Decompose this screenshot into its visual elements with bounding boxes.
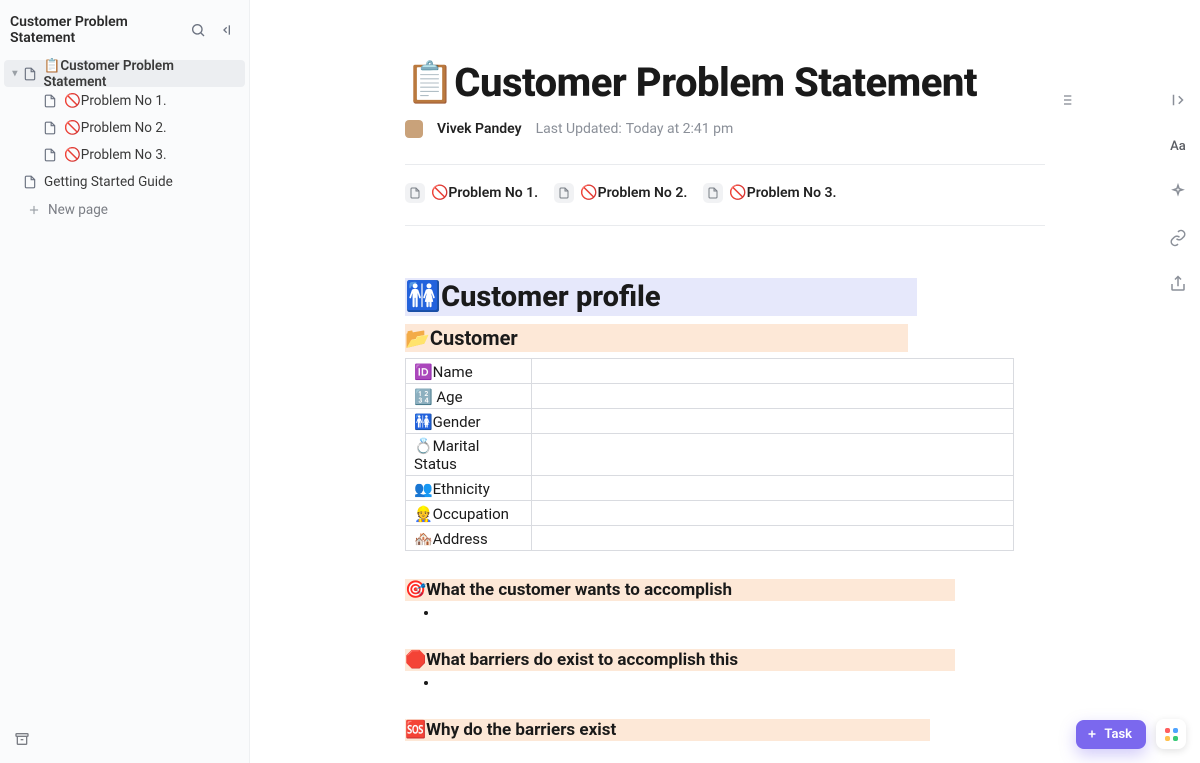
- page-icon: [22, 66, 38, 82]
- table-cell-label[interactable]: 👥Ethnicity: [406, 476, 532, 501]
- last-updated-label: Last Updated:: [536, 121, 622, 137]
- table-cell-label[interactable]: 🏘️Address: [406, 526, 532, 551]
- list-item[interactable]: [439, 675, 1045, 691]
- table-cell-label[interactable]: 🆔Name: [406, 359, 532, 384]
- table-cell-value[interactable]: [532, 384, 1014, 409]
- plus-icon: [26, 202, 42, 218]
- document: 📋Customer Problem Statement Vivek Pandey…: [405, 0, 1045, 763]
- table-cell-value[interactable]: [532, 434, 1014, 476]
- heading-why[interactable]: 🆘Why do the barriers exist: [405, 719, 930, 741]
- heading-customer[interactable]: 📂Customer: [405, 324, 908, 352]
- tree-item-label: 🚫Problem No 3.: [64, 147, 167, 163]
- search-icon[interactable]: [187, 19, 209, 41]
- page-tree: ▾ 📋Customer Problem Statement 🚫Problem N…: [0, 60, 249, 225]
- page-title[interactable]: 📋Customer Problem Statement: [405, 60, 1045, 106]
- table-cell-value[interactable]: [532, 409, 1014, 434]
- table-row: 👷Occupation: [406, 501, 1014, 526]
- tree-item-problem-2[interactable]: 🚫Problem No 2.: [4, 114, 245, 141]
- bullet-list-barriers[interactable]: [405, 675, 1045, 691]
- page-icon: [405, 183, 425, 203]
- table-cell-label[interactable]: 🔢 Age: [406, 384, 532, 409]
- table-cell-value[interactable]: [532, 501, 1014, 526]
- table-cell-label[interactable]: 👷Occupation: [406, 501, 532, 526]
- share-icon[interactable]: [1168, 274, 1188, 294]
- outline-toggle-button[interactable]: [1058, 92, 1074, 112]
- page-icon: [554, 183, 574, 203]
- tree-item-problem-1[interactable]: 🚫Problem No 1.: [4, 87, 245, 114]
- page-icon: [42, 147, 58, 163]
- sidebar-header: Customer Problem Statement: [0, 0, 249, 60]
- table-cell-value[interactable]: [532, 359, 1014, 384]
- last-updated-value: Today at 2:41 pm: [626, 121, 733, 137]
- link-icon[interactable]: [1168, 228, 1188, 248]
- table-row: 💍Marital Status: [406, 434, 1014, 476]
- table-row: 🏘️Address: [406, 526, 1014, 551]
- chip-problem-1[interactable]: 🚫Problem No 1.: [405, 183, 538, 203]
- task-button-label: Task: [1104, 727, 1132, 742]
- author-avatar[interactable]: [405, 120, 423, 138]
- chip-label: 🚫Problem No 2.: [580, 185, 687, 201]
- page-icon: [42, 120, 58, 136]
- tree-item-label: 📋Customer Problem Statement: [44, 58, 237, 90]
- new-page-button[interactable]: New page: [4, 195, 245, 225]
- table-cell-value[interactable]: [532, 476, 1014, 501]
- tree-item-label: 🚫Problem No 2.: [64, 120, 167, 136]
- workspace-title: Customer Problem Statement: [10, 14, 179, 46]
- list-item[interactable]: [439, 605, 1045, 621]
- ai-sparkle-icon[interactable]: [1168, 182, 1188, 202]
- tree-item-customer-problem-statement[interactable]: ▾ 📋Customer Problem Statement: [4, 60, 245, 87]
- customer-table[interactable]: 🆔Name 🔢 Age 🚻Gender 💍Marital Status 👥Eth…: [405, 358, 1014, 551]
- table-cell-label[interactable]: 💍Marital Status: [406, 434, 532, 476]
- tree-item-label: 🚫Problem No 1.: [64, 93, 167, 109]
- tree-item-label: Getting Started Guide: [44, 174, 173, 190]
- table-row: 🆔Name: [406, 359, 1014, 384]
- apps-grid-icon: [1165, 728, 1178, 741]
- page-icon: [42, 93, 58, 109]
- heading-barriers[interactable]: 🛑What barriers do exist to accomplish th…: [405, 649, 955, 671]
- tree-item-getting-started[interactable]: Getting Started Guide: [4, 168, 245, 195]
- sidebar: Customer Problem Statement ▾ 📋Customer P…: [0, 0, 250, 763]
- new-task-button[interactable]: Task: [1076, 720, 1146, 749]
- table-cell-value[interactable]: [532, 526, 1014, 551]
- chip-problem-3[interactable]: 🚫Problem No 3.: [703, 183, 836, 203]
- collapse-sidebar-icon[interactable]: [217, 19, 239, 41]
- divider: [405, 164, 1045, 165]
- archive-button[interactable]: [0, 721, 249, 763]
- right-rail: Aa: [1156, 0, 1200, 763]
- chip-label: 🚫Problem No 3.: [729, 185, 836, 201]
- floating-actions: Task: [1076, 719, 1186, 749]
- document-area: 📋Customer Problem Statement Vivek Pandey…: [250, 0, 1200, 763]
- bullet-list-accomplish[interactable]: [405, 605, 1045, 621]
- new-page-label: New page: [48, 202, 108, 218]
- table-row: 🔢 Age: [406, 384, 1014, 409]
- subpage-chips: 🚫Problem No 1. 🚫Problem No 2. 🚫Problem N…: [405, 183, 1045, 203]
- chevron-down-icon[interactable]: ▾: [8, 68, 22, 79]
- table-row: 👥Ethnicity: [406, 476, 1014, 501]
- tree-item-problem-3[interactable]: 🚫Problem No 3.: [4, 141, 245, 168]
- chip-problem-2[interactable]: 🚫Problem No 2.: [554, 183, 687, 203]
- page-icon: [703, 183, 723, 203]
- page-icon: [22, 174, 38, 190]
- divider: [405, 225, 1045, 226]
- expand-sidebar-icon[interactable]: [1168, 90, 1188, 110]
- doc-meta: Vivek Pandey Last Updated: Today at 2:41…: [405, 120, 1045, 138]
- chip-label: 🚫Problem No 1.: [431, 185, 538, 201]
- heading-customer-profile[interactable]: 🚻Customer profile: [405, 278, 917, 316]
- author-name[interactable]: Vivek Pandey: [437, 121, 522, 137]
- table-row: 🚻Gender: [406, 409, 1014, 434]
- heading-accomplish[interactable]: 🎯What the customer wants to accomplish: [405, 579, 955, 601]
- table-cell-label[interactable]: 🚻Gender: [406, 409, 532, 434]
- apps-button[interactable]: [1156, 719, 1186, 749]
- font-settings-button[interactable]: Aa: [1168, 136, 1188, 156]
